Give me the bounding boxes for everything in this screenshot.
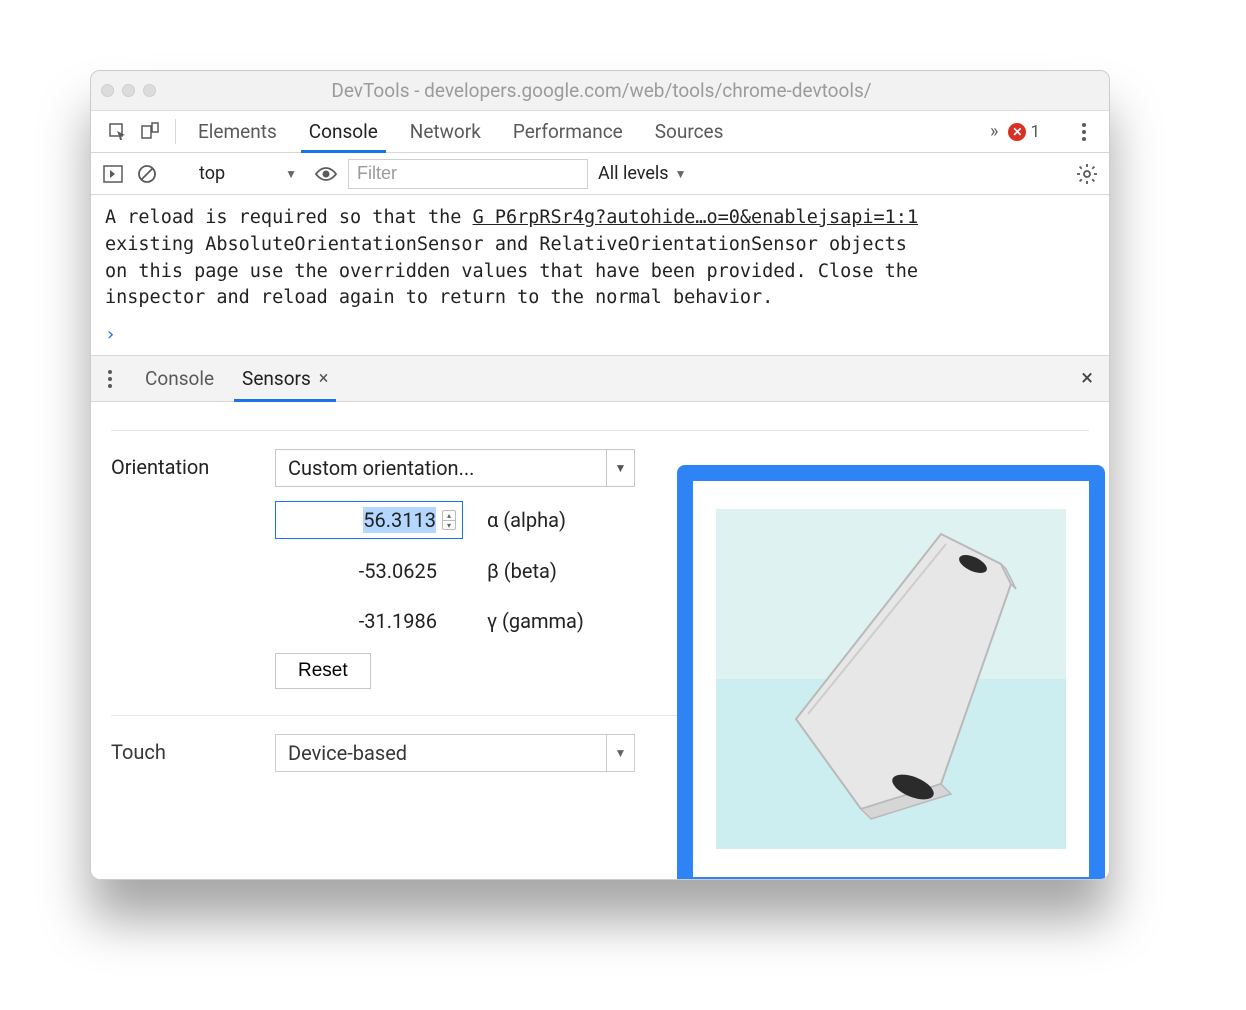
log-levels-select[interactable]: All levels ▼ bbox=[598, 163, 686, 184]
more-tabs-icon[interactable]: » bbox=[990, 121, 998, 142]
traffic-lights bbox=[101, 84, 156, 97]
drawer-menu-icon[interactable] bbox=[99, 368, 121, 390]
console-text: A reload is required so that the bbox=[105, 207, 473, 228]
error-icon: ✕ bbox=[1008, 123, 1026, 141]
console-toolbar: top ▼ All levels ▼ bbox=[91, 153, 1109, 195]
live-expression-icon[interactable] bbox=[314, 162, 338, 186]
minimize-window-dot[interactable] bbox=[122, 84, 135, 97]
beta-input[interactable]: -53.0625 bbox=[275, 553, 463, 589]
execution-context-value: top bbox=[199, 163, 225, 184]
console-settings-icon[interactable] bbox=[1075, 162, 1099, 186]
execution-context-select[interactable]: top ▼ bbox=[192, 158, 304, 189]
toggle-sidebar-icon[interactable] bbox=[101, 162, 125, 186]
drawer-tabstrip: Console Sensors × × bbox=[91, 356, 1109, 402]
reset-button[interactable]: Reset bbox=[275, 653, 371, 689]
dropdown-triangle-icon: ▼ bbox=[606, 450, 634, 486]
tab-sources[interactable]: Sources bbox=[639, 111, 740, 152]
orientation-label: Orientation bbox=[111, 449, 251, 479]
tab-performance[interactable]: Performance bbox=[497, 111, 639, 152]
gamma-value: -31.1986 bbox=[359, 609, 437, 633]
divider bbox=[111, 430, 1089, 431]
error-badge[interactable]: ✕ 1 bbox=[1008, 122, 1040, 142]
touch-preset-select[interactable]: Device-based ▼ bbox=[275, 734, 635, 772]
main-tabstrip: Elements Console Network Performance Sou… bbox=[91, 111, 1109, 153]
drawer-tab-console[interactable]: Console bbox=[131, 356, 228, 401]
device-toolbar-icon[interactable] bbox=[137, 119, 163, 145]
close-drawer-icon[interactable]: × bbox=[1073, 366, 1101, 391]
orientation-preset-value: Custom orientation... bbox=[276, 450, 606, 486]
console-text: existing AbsoluteOrientationSensor and R… bbox=[105, 234, 907, 255]
titlebar: DevTools - developers.google.com/web/too… bbox=[91, 71, 1109, 111]
drawer-tab-label: Console bbox=[145, 367, 214, 390]
tab-console[interactable]: Console bbox=[293, 111, 394, 152]
console-text: on this page use the overridden values t… bbox=[105, 261, 918, 282]
main-menu-icon[interactable] bbox=[1073, 121, 1095, 143]
gamma-input[interactable]: -31.1986 bbox=[275, 603, 463, 639]
touch-preset-value: Device-based bbox=[276, 735, 606, 771]
alpha-label: α (alpha) bbox=[487, 508, 566, 532]
console-source-link[interactable]: G P6rpRSr4g?autohide…o=0&enablejsapi=1:1 bbox=[473, 207, 919, 228]
beta-label: β (beta) bbox=[487, 559, 557, 583]
console-message: A reload is required so that the G P6rpR… bbox=[91, 195, 1109, 320]
orientation-preset-select[interactable]: Custom orientation... ▼ bbox=[275, 449, 635, 487]
dropdown-triangle-icon: ▼ bbox=[285, 167, 297, 181]
zoom-window-dot[interactable] bbox=[143, 84, 156, 97]
console-prompt[interactable]: › bbox=[91, 320, 1109, 355]
close-tab-icon[interactable]: × bbox=[319, 368, 329, 389]
close-window-dot[interactable] bbox=[101, 84, 114, 97]
devtools-window: DevTools - developers.google.com/web/too… bbox=[90, 70, 1110, 880]
filter-input[interactable] bbox=[348, 159, 588, 189]
orientation-preview[interactable] bbox=[716, 509, 1066, 849]
console-text: inspector and reload again to return to … bbox=[105, 287, 773, 308]
inspect-element-icon[interactable] bbox=[105, 119, 131, 145]
device-3d-icon bbox=[716, 509, 1066, 849]
drawer-tab-sensors[interactable]: Sensors × bbox=[228, 356, 342, 401]
number-stepper-icon[interactable]: ▴▾ bbox=[442, 510, 456, 530]
dropdown-triangle-icon: ▼ bbox=[606, 735, 634, 771]
gamma-label: γ (gamma) bbox=[487, 609, 584, 633]
log-levels-label: All levels bbox=[598, 163, 669, 184]
drawer-tab-label: Sensors bbox=[242, 367, 311, 390]
filter-input-wrapper bbox=[348, 159, 588, 189]
error-count: 1 bbox=[1030, 122, 1040, 142]
clear-console-icon[interactable] bbox=[135, 162, 159, 186]
alpha-input[interactable]: 56.3113 ▴▾ bbox=[275, 501, 463, 539]
alpha-value: 56.3113 bbox=[363, 507, 436, 533]
dropdown-triangle-icon: ▼ bbox=[675, 167, 687, 181]
touch-label: Touch bbox=[111, 734, 251, 764]
tab-elements[interactable]: Elements bbox=[182, 111, 293, 152]
beta-value: -53.0625 bbox=[359, 559, 437, 583]
tab-network[interactable]: Network bbox=[394, 111, 497, 152]
window-title: DevTools - developers.google.com/web/too… bbox=[164, 79, 1099, 102]
orientation-preview-highlight bbox=[677, 465, 1105, 880]
main-tabs: Elements Console Network Performance Sou… bbox=[182, 111, 739, 152]
